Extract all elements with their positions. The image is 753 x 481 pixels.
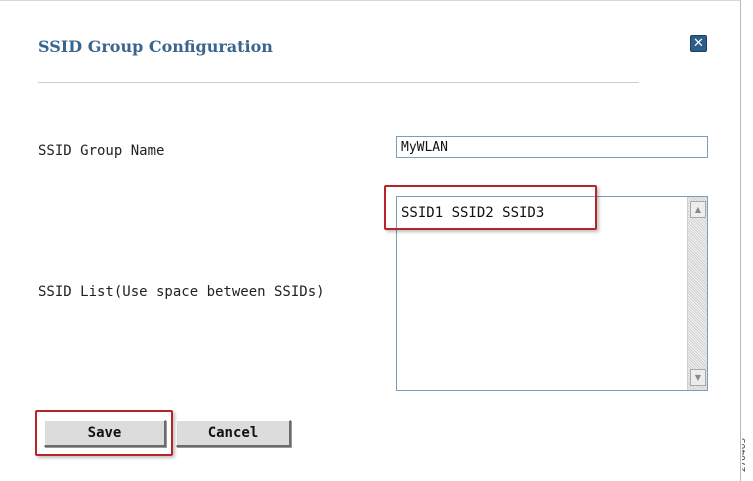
save-button-highlight	[35, 410, 173, 456]
dialog-title: SSID Group Configuration	[38, 37, 273, 56]
close-icon[interactable]: ✕	[690, 35, 707, 52]
title-divider	[38, 82, 639, 83]
figure-code-text: 270405	[742, 437, 749, 473]
ssid-list-highlight	[384, 185, 597, 230]
scroll-down-icon[interactable]: ▼	[690, 369, 706, 386]
ssid-group-dialog: SSID Group Configuration ✕ SSID Group Na…	[0, 0, 741, 481]
ssid-list-scrollbar[interactable]: ▲ ▼	[687, 197, 707, 390]
figure-code: 270405	[742, 432, 753, 481]
scroll-up-icon[interactable]: ▲	[690, 201, 706, 218]
cancel-button[interactable]: Cancel	[176, 420, 291, 447]
group-name-input[interactable]	[396, 136, 708, 158]
ssid-list-label: SSID List(Use space between SSIDs)	[38, 284, 325, 300]
group-name-label: SSID Group Name	[38, 143, 165, 159]
